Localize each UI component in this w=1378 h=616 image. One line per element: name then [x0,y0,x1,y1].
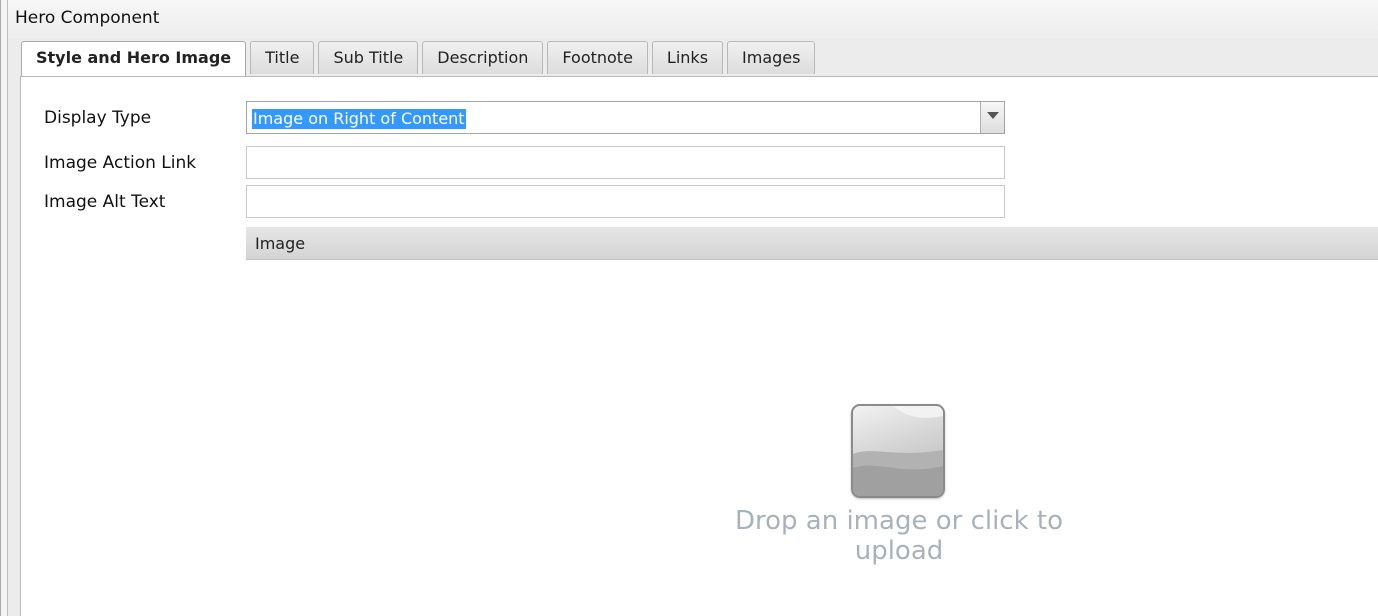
tab-links[interactable]: Links [651,41,724,74]
drop-upload-text: Drop an image or click to upload [734,506,1064,566]
dropdown-arrow-button[interactable] [980,102,1004,133]
display-type-label: Display Type [44,108,152,128]
image-placeholder-icon [851,404,945,498]
image-dropzone[interactable]: Drop an image or click to upload [246,261,1378,616]
image-section-title: Image [255,234,306,253]
image-alt-text-label: Image Alt Text [44,192,166,212]
dialog-title: Hero Component [15,8,160,28]
tab-title[interactable]: Title [250,41,315,74]
tab-panel: Display Type Image on Right of Content I… [20,76,1378,616]
tab-style-and-hero-image[interactable]: Style and Hero Image [21,41,247,76]
tab-strip: Style and Hero Image Title Sub Title Des… [21,41,816,76]
image-action-link-label: Image Action Link [44,153,197,173]
display-type-value: Image on Right of Content [252,109,466,129]
image-alt-text-input[interactable] [246,185,1005,218]
image-action-link-input[interactable] [246,146,1005,179]
dialog-titlebar[interactable]: Hero Component [8,0,1378,38]
tab-images[interactable]: Images [727,41,816,74]
display-type-select[interactable]: Image on Right of Content [246,101,1005,134]
tab-description[interactable]: Description [422,41,544,74]
tab-sub-title[interactable]: Sub Title [318,41,419,74]
chevron-down-icon [987,112,999,119]
dialog-window: Hero Component Style and Hero Image Titl… [0,0,1378,616]
window-edge [1,0,8,616]
tab-footnote[interactable]: Footnote [547,41,648,74]
image-section-header: Image [246,227,1378,260]
